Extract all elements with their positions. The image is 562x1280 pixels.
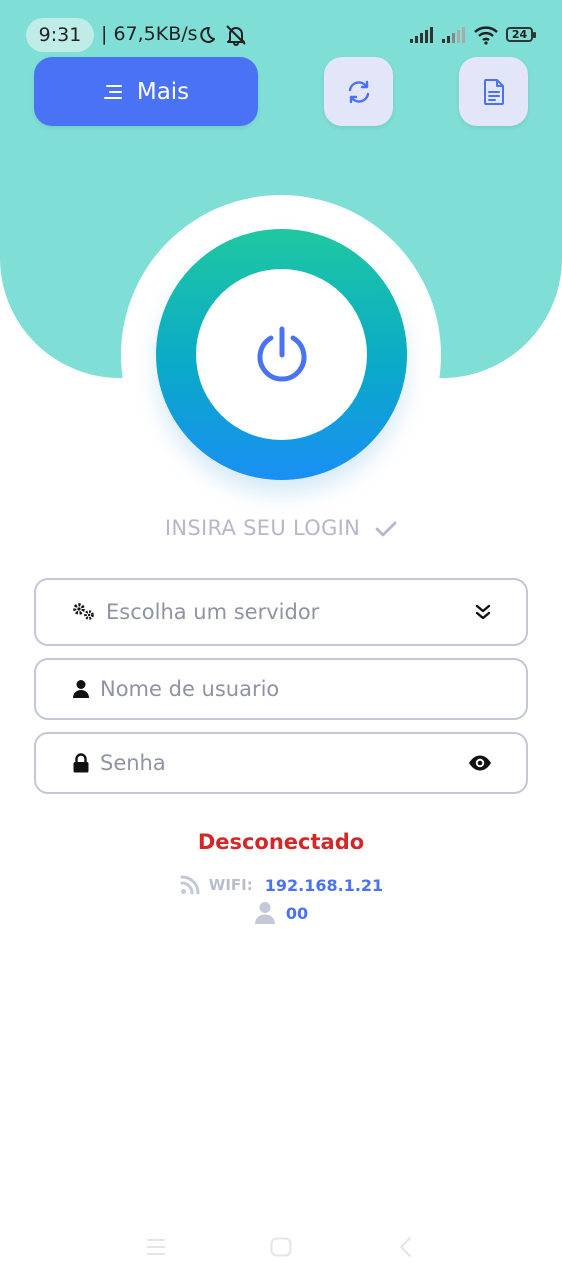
bell-muted-icon — [226, 25, 246, 46]
users-info: 00 — [0, 901, 562, 925]
signal-strength-icon — [410, 27, 433, 43]
username-placeholder: Nome de usuario — [100, 677, 280, 701]
chevron-double-down-icon[interactable] — [474, 603, 492, 621]
server-select-placeholder: Escolha um servidor — [106, 600, 320, 624]
refresh-icon — [348, 80, 369, 103]
login-hint: INSIRA SEU LOGIN — [0, 516, 562, 540]
home-square-icon[interactable] — [270, 1237, 292, 1257]
eye-icon[interactable] — [468, 754, 492, 772]
check-icon — [375, 521, 397, 537]
login-hint-text: INSIRA SEU LOGIN — [164, 516, 361, 540]
logs-button[interactable] — [459, 57, 528, 126]
wifi-info: WIFI: 192.168.1.21 — [0, 874, 562, 896]
ip-address: 192.168.1.21 — [264, 875, 384, 895]
menu-button[interactable]: Mais — [34, 57, 258, 126]
status-bar: 9:31 | 67,5KB/s 24 — [0, 18, 562, 54]
wifi-label: WIFI: — [208, 876, 253, 894]
back-chevron-icon[interactable] — [398, 1236, 412, 1258]
power-button[interactable] — [196, 269, 367, 440]
refresh-button[interactable] — [324, 57, 393, 126]
network-speed: | 67,5KB/s — [101, 23, 198, 45]
lock-icon — [72, 753, 90, 773]
password-placeholder: Senha — [100, 751, 166, 775]
menu-lines-icon — [103, 84, 122, 99]
username-field[interactable]: Nome de usuario — [34, 658, 528, 720]
recents-menu-icon[interactable] — [146, 1238, 166, 1256]
power-icon — [257, 326, 306, 382]
user-count: 00 — [285, 903, 309, 923]
server-select[interactable]: Escolha um servidor — [34, 578, 528, 646]
document-icon — [483, 78, 504, 105]
signal-weak-icon — [442, 27, 465, 43]
wifi-icon — [474, 26, 498, 45]
password-field[interactable]: Senha — [34, 732, 528, 794]
rss-signal-icon — [180, 875, 200, 895]
moon-icon — [200, 26, 215, 43]
clock: 9:31 — [26, 18, 94, 52]
connection-status: Desconectado — [197, 830, 365, 854]
gears-icon — [72, 602, 96, 622]
system-navigation-bar — [0, 1228, 562, 1268]
user-icon — [72, 679, 90, 699]
battery-indicator: 24 — [506, 27, 536, 42]
menu-button-label: Mais — [136, 78, 190, 105]
user-silhouette-icon — [254, 902, 275, 924]
